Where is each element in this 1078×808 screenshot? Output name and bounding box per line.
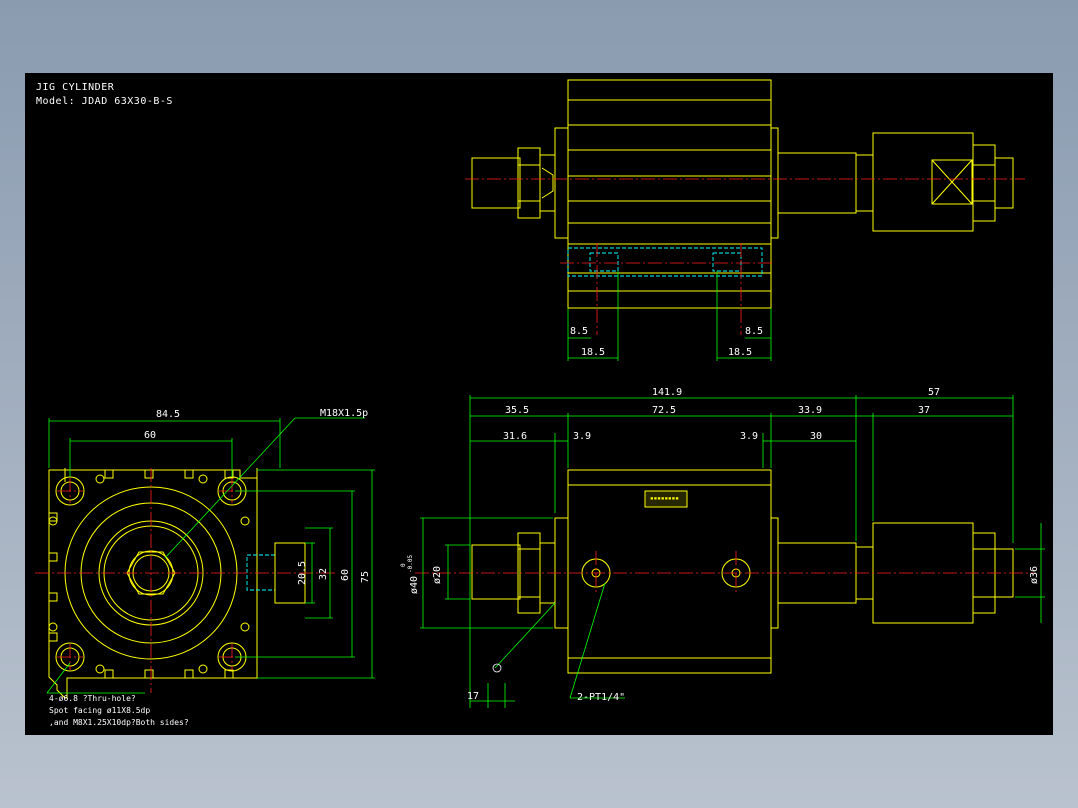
top-view: 8.5 8.5 18.5 18.5 [465, 79, 1025, 361]
dim-front-dia36: ø36 [1029, 566, 1040, 584]
dim-side-e: 32 [318, 568, 329, 580]
dim-side-a: 84.5 [156, 409, 180, 420]
label-plate: ▪▪▪▪▪▪▪▪ [650, 495, 679, 502]
dim-top-c: 18.5 [581, 347, 605, 358]
dim-front-g: 3.9 [740, 431, 758, 442]
dim-side-thread: M18X1.5p [320, 408, 368, 419]
dim-front-e: 31.6 [503, 431, 527, 442]
dim-front-f: 3.9 [573, 431, 591, 442]
dim-front-a: 35.5 [505, 405, 529, 416]
cad-drawing-canvas[interactable]: JIG CYLINDER Model: JDAD 63X30-B-S 8.5 8… [25, 73, 1053, 735]
note-line-2: Spot facing ø11X8.5dp [49, 706, 150, 715]
dim-top-a: 8.5 [570, 326, 588, 337]
front-view: ▪▪▪▪▪▪▪▪ 141.9 57 35.5 72.5 33.9 37 31.6… [400, 387, 1045, 708]
cad-views: 8.5 8.5 18.5 18.5 84.5 60 M18X1.5p 75 60… [35, 79, 1045, 727]
dim-front-ext: 57 [928, 387, 940, 398]
dim-top-b: 8.5 [745, 326, 763, 337]
dim-front-c: 33.9 [798, 405, 822, 416]
dim-side-f: 20.5 [297, 561, 308, 585]
note-line-3: ,and M8X1.25X10dp?Both sides? [49, 718, 189, 727]
dim-side-c: 75 [360, 571, 371, 583]
dim-front-17: 17 [467, 691, 479, 702]
side-view: 84.5 60 M18X1.5p 75 60 32 20.5 4-ø6.8 ?T… [35, 408, 375, 727]
dim-front-b: 72.5 [652, 405, 676, 416]
dim-top-d: 18.5 [728, 347, 752, 358]
dim-front-tol-dn: -0.05 [407, 555, 414, 573]
dim-front-port: 2-PT1/4" [577, 692, 625, 703]
dim-front-tol-up: 0 [400, 563, 407, 567]
dim-front-h: 30 [810, 431, 822, 442]
dim-side-d: 60 [340, 569, 351, 581]
dim-front-dia40: ø40 [409, 576, 420, 594]
note-line-1: 4-ø6.8 ?Thru-hole? [49, 694, 136, 703]
dim-front-d: 37 [918, 405, 930, 416]
dim-side-b: 60 [144, 430, 156, 441]
dim-front-dia20: ø20 [432, 566, 443, 584]
dim-front-total: 141.9 [652, 387, 682, 398]
